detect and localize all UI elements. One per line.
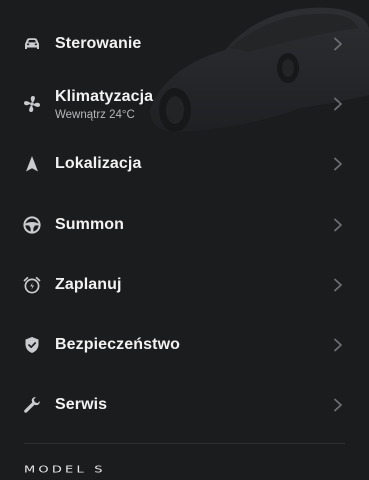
location-arrow-icon: [21, 153, 43, 175]
chevron-right-icon: [334, 218, 342, 232]
chevron-right-icon: [334, 158, 342, 171]
chevron-right-icon: [334, 338, 342, 352]
menu-item-label: Summon: [55, 215, 125, 233]
menu-item-climate[interactable]: Klimatyzacja Wewnątrz 24°C: [0, 74, 369, 134]
menu-item-security[interactable]: Bezpieczeństwo: [0, 315, 369, 375]
chevron-right-icon: [334, 37, 342, 51]
menu-item-schedule[interactable]: Zaplanuj: [0, 255, 369, 315]
shield-icon: [21, 334, 43, 356]
menu-item-label: Zaplanuj: [55, 275, 122, 293]
chevron-right-icon: [334, 398, 342, 412]
menu-item-summon[interactable]: Summon: [0, 195, 369, 255]
model-name-logo: MODEL S: [24, 464, 106, 476]
menu-item-location[interactable]: Lokalizacja: [0, 134, 369, 194]
divider: [24, 443, 345, 444]
menu-item-controls[interactable]: Sterowanie: [0, 14, 369, 74]
vehicle-menu: Sterowanie Klimatyzacja Wewnątrz 24°C Lo…: [0, 14, 369, 435]
steering-wheel-icon: [21, 214, 43, 236]
menu-item-label: Bezpieczeństwo: [55, 336, 180, 354]
fan-icon: [21, 93, 43, 115]
car-icon: [21, 33, 43, 55]
menu-item-label: Sterowanie: [55, 35, 142, 53]
chevron-right-icon: [334, 97, 342, 111]
climate-temperature-status: Wewnątrz 24°C: [55, 108, 135, 121]
menu-item-label: Serwis: [55, 396, 108, 414]
menu-item-service[interactable]: Serwis: [0, 375, 369, 435]
menu-item-label: Klimatyzacja: [55, 87, 154, 105]
alarm-clock-icon: [21, 274, 43, 296]
wrench-icon: [21, 394, 43, 416]
chevron-right-icon: [334, 278, 342, 292]
menu-item-label: Lokalizacja: [55, 155, 142, 173]
